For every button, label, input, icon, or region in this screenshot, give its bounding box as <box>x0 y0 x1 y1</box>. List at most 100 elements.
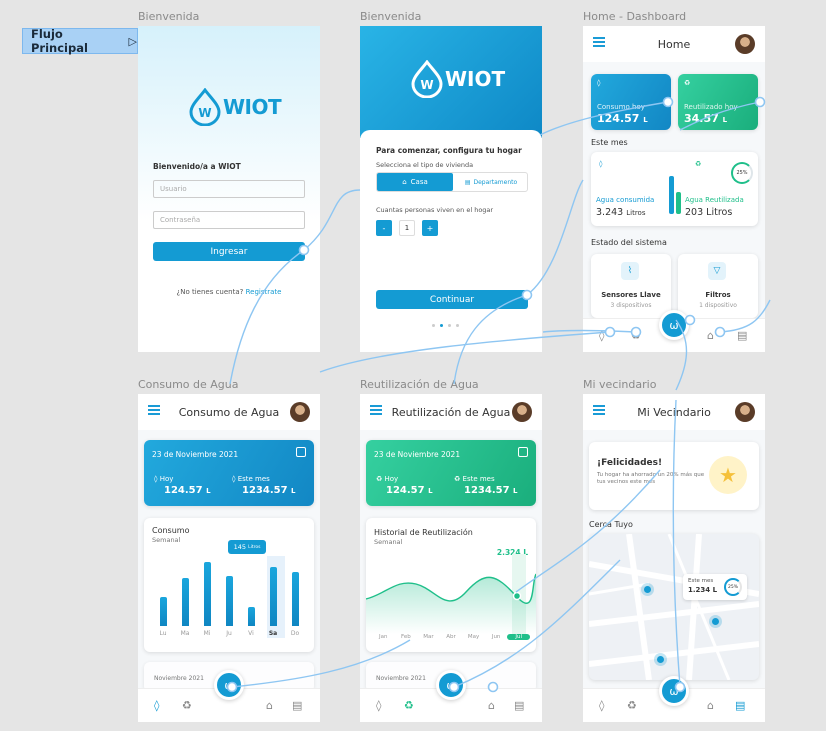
bar-Ju[interactable] <box>225 576 233 626</box>
consumed-bar <box>669 176 674 214</box>
avatar[interactable] <box>290 402 310 422</box>
star-badge: ★ <box>709 456 747 494</box>
option-house[interactable]: ⌂ Casa <box>377 173 453 191</box>
username-input[interactable]: Usuario <box>153 180 305 198</box>
continue-button[interactable]: Continuar <box>376 290 528 309</box>
home-screen: Home ◊ Consumo hoy 124.57 L ♻ Reutilizad… <box>583 26 765 352</box>
filters-card[interactable]: ▽ Filtros 1 dispositivo <box>678 254 758 318</box>
avatar[interactable] <box>735 402 755 422</box>
nav-recycle-icon[interactable]: ♻ <box>404 699 414 712</box>
setup-sheet: Para comenzar, configura tu hogar Selecc… <box>360 130 542 352</box>
decrement-button[interactable]: - <box>376 220 392 236</box>
menu-icon[interactable] <box>370 405 382 415</box>
month-value: 1234.57 <box>464 485 510 496</box>
neighborhood-map[interactable]: Este mes 1.234 L 25% <box>589 534 759 680</box>
today-label-row: ◊ Hoy <box>154 475 173 483</box>
building-icon: ▤ <box>464 178 471 186</box>
month-summary-card[interactable]: ◊ ♻ Agua consumida 3.243 Litros Agua Reu… <box>591 152 758 226</box>
consumo-title: Consumo de Agua <box>178 405 280 419</box>
calendar-icon[interactable] <box>518 447 528 457</box>
day-label-Mi: Mi <box>203 630 211 637</box>
nav-building-icon[interactable]: ▤ <box>292 699 302 712</box>
nav-drop-icon[interactable]: ◊ <box>599 699 604 712</box>
svg-text:W: W <box>420 78 433 92</box>
wiot-fab-button[interactable]: ω <box>214 670 244 700</box>
vecindario-screen: Mi Vecindario ¡Felicidades! Tu hogar ha … <box>583 394 765 722</box>
nav-recycle-icon[interactable]: ♻ <box>182 699 192 712</box>
card2-value: 34.57 <box>684 112 719 125</box>
bar-Mi[interactable] <box>203 562 211 626</box>
wiot-fab-button[interactable]: ω <box>659 676 689 706</box>
nav-building-icon[interactable]: ▤ <box>735 699 745 712</box>
reutil-chart-card: Historial de Reutilización Semanal 2.324… <box>366 518 536 652</box>
bar-Do[interactable] <box>291 571 299 626</box>
option-apartment[interactable]: ▤ Departamento <box>453 173 529 191</box>
increment-button[interactable]: + <box>422 220 438 236</box>
bar-Ma[interactable] <box>181 578 189 626</box>
chart-period: Semanal <box>374 538 403 546</box>
pin-value: 1.234 L <box>688 586 718 594</box>
today-value: 124.57 <box>164 485 203 496</box>
nav-recycle-icon[interactable]: ♻ <box>627 699 637 712</box>
pager-dot <box>448 324 451 327</box>
map-streets <box>589 534 759 680</box>
wiot-fab-button[interactable]: ω <box>436 670 466 700</box>
nav-drop-icon[interactable]: ◊ <box>154 699 159 712</box>
home-icon: ⌂ <box>402 178 407 186</box>
reused-bar <box>676 192 681 214</box>
system-label: Estado del sistema <box>591 238 667 247</box>
wiot-drop-icon: W <box>189 88 221 126</box>
reutil-header: Reutilización de Agua <box>360 394 542 430</box>
day-label-Do: Do <box>290 630 300 637</box>
nav-building-icon[interactable]: ▤ <box>514 699 524 712</box>
wiot-fab-button[interactable]: ω <box>659 310 689 340</box>
bar-Sa[interactable] <box>269 567 277 626</box>
bar-Vi[interactable] <box>247 606 255 626</box>
login-button[interactable]: Ingresar <box>153 242 305 261</box>
day-label-Ma: Ma <box>180 630 190 637</box>
menu-icon[interactable] <box>593 37 605 47</box>
tooltip-unit: Litros <box>248 544 261 550</box>
password-input[interactable]: Contraseña <box>153 211 305 229</box>
neighbor-pin[interactable] <box>712 618 719 625</box>
calendar-icon[interactable] <box>296 447 306 457</box>
menu-icon[interactable] <box>148 405 160 415</box>
nav-home-icon[interactable]: ⌂ <box>488 699 495 712</box>
menu-icon[interactable] <box>593 405 605 415</box>
drop-icon: ◊ <box>597 79 601 87</box>
people-count[interactable]: 1 <box>399 220 415 236</box>
area-fill <box>366 574 536 634</box>
nav-home-icon[interactable]: ⌂ <box>707 329 714 342</box>
nav-drop-icon[interactable]: ◊ <box>599 329 604 342</box>
flow-start-button[interactable]: Flujo Principal ▷ <box>22 27 138 55</box>
month-label-Mar: Mar <box>423 634 434 640</box>
card1-value-row: 124.57 L <box>597 112 648 125</box>
nav-drop-icon[interactable]: ◊ <box>376 699 381 712</box>
card-reutilizado-hoy[interactable]: ♻ Reutilizado hoy 34.57 L <box>678 74 758 130</box>
card-consumo-hoy[interactable]: ◊ Consumo hoy 124.57 L <box>591 74 671 130</box>
sensors-card[interactable]: ⌇ Sensores Llave 3 dispositivos <box>591 254 671 318</box>
neighbor-pin[interactable] <box>644 586 651 593</box>
consumo-chart-card: Consumo Semanal 145 Litros Lu Ma Mi Ju Vi Sa D… <box>144 518 314 652</box>
nav-home-icon[interactable]: ⌂ <box>707 699 714 712</box>
card1-unit: L <box>643 116 648 124</box>
chart-period: Semanal <box>152 536 181 544</box>
today-label: Hoy <box>384 475 399 483</box>
avatar[interactable] <box>512 402 532 422</box>
card2-label: Reutilizado hoy <box>684 103 738 111</box>
nav-home-icon[interactable]: ⌂ <box>266 699 273 712</box>
bar-Lu[interactable] <box>159 597 167 626</box>
month-label-Jul: Jul <box>507 634 530 640</box>
setup-screen: W WIOT Para comenzar, configura tu hogar… <box>360 26 542 352</box>
avatar[interactable] <box>735 34 755 54</box>
card1-label: Consumo hoy <box>597 103 645 111</box>
neighbor-pin[interactable] <box>657 656 664 663</box>
reused-value: 203 <box>685 207 704 218</box>
nav-recycle-icon[interactable]: ♻ <box>631 329 641 342</box>
pager-dot-active <box>440 324 443 327</box>
nav-building-icon[interactable]: ▤ <box>737 329 747 342</box>
register-link[interactable]: Registrate <box>246 288 282 296</box>
today-label-row: ♻ Hoy <box>376 475 398 483</box>
month-unit: L <box>291 487 296 495</box>
next-month-label: Noviembre 2021 <box>154 675 204 682</box>
